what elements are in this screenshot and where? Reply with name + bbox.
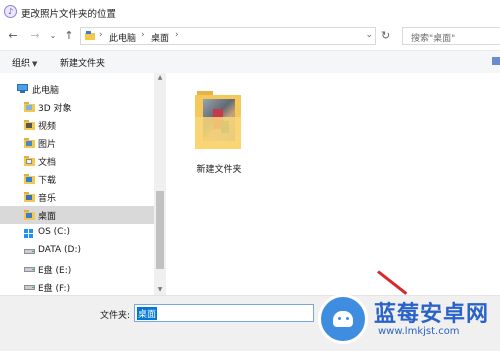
nav-item-music[interactable]: 音乐 — [0, 188, 154, 206]
nav-label: 图片 — [38, 140, 57, 150]
nav-label: E盘 (F:) — [38, 284, 71, 294]
up-arrow-icon[interactable]: ↑ — [62, 29, 76, 43]
folder-documents-icon — [24, 155, 35, 166]
folder-with-photo-icon — [195, 87, 243, 149]
navigation-pane: 此电脑 3D 对象 视频 图片 文档 下载 音乐 桌面 OS (C:) DATA… — [0, 73, 166, 295]
command-toolbar: 组织 ▼ 新建文件夹 — [0, 50, 500, 74]
nav-item-data-d[interactable]: DATA (D:) — [0, 242, 154, 260]
nav-label: DATA (D:) — [38, 245, 82, 255]
address-dropdown-icon[interactable]: ⌄ — [365, 30, 373, 40]
nav-item-os-c[interactable]: OS (C:) — [0, 224, 154, 242]
folder-music-icon — [24, 191, 35, 202]
watermark-title: 蓝莓安卓网 — [374, 302, 490, 327]
nav-item-e-drive[interactable]: E盘 (E:) — [0, 260, 154, 278]
folder-video-icon — [24, 119, 35, 130]
watermark: 蓝莓安卓网 www.lmkjst.com — [318, 288, 500, 350]
caret-down-icon: ▼ — [32, 60, 38, 68]
folder-downloads-icon — [24, 173, 35, 184]
nav-item-documents[interactable]: 文档 — [0, 152, 154, 170]
drive-icon — [24, 281, 35, 292]
nav-item-this-pc[interactable]: 此电脑 — [0, 80, 154, 98]
nav-label: 此电脑 — [32, 86, 60, 96]
organize-label: 组织 — [12, 59, 31, 69]
forward-arrow-icon[interactable]: → — [28, 29, 42, 43]
folder-label: 文件夹: — [100, 311, 131, 321]
breadcrumb-desktop[interactable]: 桌面 — [151, 31, 169, 44]
folder-desktop-icon — [24, 209, 35, 220]
folder-pictures-icon — [24, 137, 35, 148]
desktop-folder-icon — [85, 31, 95, 41]
nav-item-desktop[interactable]: 桌面 — [0, 206, 154, 224]
nav-label: 文档 — [38, 158, 57, 168]
nav-label: 3D 对象 — [38, 104, 72, 114]
organize-button[interactable]: 组织 ▼ — [12, 56, 37, 69]
pc-icon — [17, 83, 28, 94]
drive-icon — [24, 263, 35, 274]
nav-tree: 此电脑 3D 对象 视频 图片 文档 下载 音乐 桌面 OS (C:) DATA… — [0, 73, 154, 295]
watermark-url: www.lmkjst.com — [378, 326, 460, 337]
search-box[interactable]: 搜索"桌面" — [402, 27, 500, 45]
nav-label: 桌面 — [38, 212, 57, 222]
nav-label: E盘 (E:) — [38, 266, 72, 276]
recent-dropdown-icon[interactable]: ⌄ — [46, 29, 60, 43]
folder-name: 新建文件夹 — [196, 165, 242, 175]
breadcrumb-this-pc[interactable]: 此电脑 — [109, 31, 136, 44]
folder-3d-icon — [24, 101, 35, 112]
window-title: 更改照片文件夹的位置 — [21, 9, 117, 20]
view-options-icon[interactable] — [492, 57, 500, 65]
nav-label: OS (C:) — [38, 227, 70, 237]
scroll-down-icon[interactable]: ▼ — [154, 285, 166, 295]
nav-item-videos[interactable]: 视频 — [0, 116, 154, 134]
breadcrumb-separator-icon[interactable]: › — [99, 30, 103, 40]
nav-label: 视频 — [38, 122, 57, 132]
nav-item-3d-objects[interactable]: 3D 对象 — [0, 98, 154, 116]
nav-item-pictures[interactable]: 图片 — [0, 134, 154, 152]
navigation-bar: ← → ⌄ ↑ › 此电脑 › 桌面 › ⌄ ↻ 搜索"桌面" — [0, 24, 500, 50]
address-bar[interactable]: › 此电脑 › 桌面 › ⌄ — [80, 27, 376, 45]
nav-label: 音乐 — [38, 194, 57, 204]
back-arrow-icon[interactable]: ← — [6, 29, 20, 43]
nav-item-f-drive[interactable]: E盘 (F:) — [0, 278, 154, 296]
refresh-icon[interactable]: ↻ — [381, 29, 390, 42]
breadcrumb-separator-icon[interactable]: › — [175, 30, 179, 40]
folder-name-value[interactable]: 桌面 — [137, 307, 158, 320]
file-list: 新建文件夹 — [166, 73, 500, 295]
android-logo-icon — [318, 294, 368, 344]
folder-tile[interactable]: 新建文件夹 — [186, 83, 252, 179]
title-bar: ♪ 更改照片文件夹的位置 — [0, 0, 500, 25]
nav-label: 下载 — [38, 176, 57, 186]
drive-icon — [24, 245, 35, 256]
scroll-up-icon[interactable]: ▲ — [154, 73, 166, 83]
breadcrumb-separator-icon[interactable]: › — [141, 30, 145, 40]
nav-scrollbar[interactable]: ▲ ▼ — [154, 73, 166, 295]
windows-drive-icon — [24, 227, 35, 238]
nav-item-downloads[interactable]: 下载 — [0, 170, 154, 188]
scrollbar-thumb[interactable] — [156, 191, 164, 269]
app-icon: ♪ — [4, 5, 17, 18]
folder-name-input[interactable]: 桌面 — [134, 304, 314, 322]
search-input[interactable]: 搜索"桌面" — [411, 31, 455, 44]
new-folder-button[interactable]: 新建文件夹 — [60, 56, 105, 69]
